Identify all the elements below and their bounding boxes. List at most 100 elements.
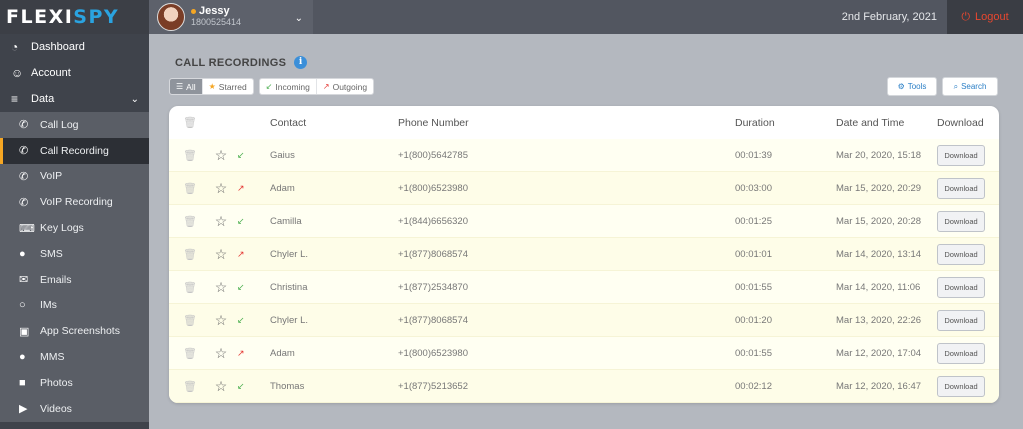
download-button[interactable]: Download — [937, 375, 985, 397]
sidebar-item-dashboard[interactable]: ◔ Dashboard — [0, 34, 149, 60]
table-header: 🗑 Contact Phone Number Duration Date and… — [169, 106, 999, 139]
call-recordings-table: 🗑 Contact Phone Number Duration Date and… — [169, 106, 999, 403]
sidebar-item-mms[interactable]: ● MMS — [0, 344, 149, 370]
incoming-arrow-icon: ↙ — [237, 380, 245, 391]
trash-icon[interactable]: 🗑 — [169, 215, 200, 228]
trash-icon[interactable]: 🗑 — [169, 380, 200, 393]
sidebar-item-app-screenshots[interactable]: ▣ App Screenshots — [0, 318, 149, 344]
call-duration: 00:03:00 — [735, 182, 772, 194]
sidebar-item-sms[interactable]: ● SMS — [0, 241, 149, 267]
sidebar-item-label: Dashboard — [31, 41, 85, 53]
sidebar-item-label: VoIP — [40, 170, 63, 183]
phone-number: +1(800)6523980 — [398, 347, 468, 359]
sidebar-item-photos[interactable]: ■ Photos — [0, 370, 149, 396]
header-download: Download — [937, 116, 984, 129]
delete-all-icon[interactable]: 🗑 — [169, 116, 200, 129]
filter-outgoing-button[interactable]: ↗ Outgoing — [317, 79, 373, 94]
sidebar-item-ims[interactable]: ○ IMs — [0, 293, 149, 319]
status-dot-icon — [191, 8, 196, 14]
trash-icon[interactable]: 🗑 — [169, 314, 200, 327]
phone-number: +1(877)5213652 — [398, 380, 468, 392]
download-button[interactable]: Download — [937, 144, 985, 166]
call-datetime: Mar 12, 2020, 17:04 — [836, 347, 922, 359]
tachometer-icon: ◔ — [11, 40, 19, 54]
sidebar-item-voip-recording[interactable]: ✆ VoIP Recording — [0, 189, 149, 215]
call-duration: 00:02:12 — [735, 380, 772, 392]
star-icon[interactable]: ☆ — [206, 312, 236, 329]
database-icon: ≡ — [11, 92, 19, 106]
info-icon[interactable]: i — [294, 56, 308, 69]
sidebar-item-account[interactable]: ☺ Account — [0, 60, 149, 86]
phone-number: +1(877)8068574 — [398, 314, 468, 326]
table-row: 🗑 ☆ ↗ Chyler L. +1(877)8068574 00:01:01 … — [169, 238, 999, 271]
download-button[interactable]: Download — [937, 309, 985, 331]
table-row: 🗑 ☆ ↙ Camilla +1(844)6656320 00:01:25 Ma… — [169, 205, 999, 238]
header-phone[interactable]: Phone Number — [398, 117, 735, 129]
download-cell: Download — [937, 375, 997, 397]
contact-name: Gaius — [270, 149, 295, 161]
flexispy-logo[interactable]: FLEXI SPY — [0, 0, 149, 34]
star-icon[interactable]: ☆ — [206, 147, 236, 164]
header-duration[interactable]: Duration — [735, 117, 836, 129]
incoming-arrow-icon: ↙ — [237, 215, 245, 226]
keyboard-icon: ⌨ — [19, 222, 35, 235]
call-datetime: Mar 14, 2020, 11:06 — [836, 281, 921, 293]
table-row: 🗑 ☆ ↙ Gaius +1(800)5642785 00:01:39 Mar … — [169, 139, 999, 172]
star-icon[interactable]: ☆ — [206, 213, 236, 230]
outgoing-arrow-icon: ↗ — [237, 347, 245, 358]
filter-all-button[interactable]: ☰ All — [170, 79, 203, 94]
trash-icon[interactable]: 🗑 — [169, 248, 200, 261]
download-button[interactable]: Download — [937, 177, 985, 199]
filter-starred-button[interactable]: ★ Starred — [203, 79, 253, 94]
download-button[interactable]: Download — [937, 342, 985, 364]
filter-incoming-button[interactable]: ↙ Incoming — [260, 79, 317, 94]
star-icon[interactable]: ☆ — [206, 345, 236, 362]
sidebar-item-voip[interactable]: ✆ VoIP — [0, 164, 149, 190]
filter-label: Incoming — [275, 81, 310, 92]
sidebar-item-call-log[interactable]: ✆ Call Log — [0, 112, 149, 138]
download-button[interactable]: Download — [937, 210, 985, 232]
trash-icon[interactable]: 🗑 — [169, 149, 200, 162]
sidebar-item-label: MMS — [40, 351, 65, 364]
top-bar: FLEXI SPY Jessy 1800525414 ⌄ 2nd February… — [0, 0, 1023, 34]
table-body: 🗑 ☆ ↙ Gaius +1(800)5642785 00:01:39 Mar … — [169, 139, 999, 403]
sidebar-item-videos[interactable]: ▶ Videos — [0, 396, 149, 422]
phone-number: +1(877)8068574 — [398, 248, 468, 260]
download-button[interactable]: Download — [937, 276, 985, 298]
star-icon[interactable]: ☆ — [206, 279, 236, 296]
sidebar-item-label: SMS — [40, 247, 63, 260]
contact-name: Chyler L. — [270, 248, 309, 260]
sidebar: ◔ Dashboard ☺ Account ≡ Data ⌄ ✆ Call Log… — [0, 34, 149, 429]
trash-icon[interactable]: 🗑 — [169, 347, 200, 360]
sidebar-item-data[interactable]: ≡ Data ⌄ — [0, 86, 149, 112]
user-name-text: Jessy — [199, 5, 230, 17]
sidebar-item-call-recording[interactable]: ✆ Call Recording — [0, 137, 149, 164]
star-icon[interactable]: ☆ — [206, 180, 236, 197]
incoming-arrow-icon: ↙ — [237, 314, 245, 325]
table-row: 🗑 ☆ ↙ Christina +1(877)2534870 00:01:55 … — [169, 271, 999, 304]
power-icon: ⏻ — [961, 10, 971, 23]
sidebar-item-emails[interactable]: ✉ Emails — [0, 267, 149, 293]
star-icon[interactable]: ☆ — [206, 378, 236, 395]
tools-button[interactable]: ⚙ Tools — [887, 77, 937, 96]
header-datetime[interactable]: Date and Time — [836, 117, 937, 129]
call-duration: 00:01:39 — [735, 149, 772, 161]
download-button[interactable]: Download — [937, 243, 985, 265]
user-menu[interactable]: Jessy 1800525414 ⌄ — [149, 0, 313, 34]
logout-button[interactable]: ⏻ Logout — [947, 0, 1023, 34]
sidebar-item-label: IMs — [40, 299, 57, 312]
logo-part-1: FLEXI — [6, 6, 74, 28]
call-datetime: Mar 14, 2020, 13:14 — [836, 248, 922, 260]
phone-number: +1(800)5642785 — [398, 149, 468, 161]
trash-icon[interactable]: 🗑 — [169, 182, 200, 195]
search-button[interactable]: ⌕ Search — [942, 77, 998, 96]
star-icon[interactable]: ☆ — [206, 246, 236, 263]
contact-name: Christina — [270, 281, 308, 293]
filter-label: All — [186, 81, 196, 92]
logout-label: Logout — [975, 11, 1009, 23]
phone-number: +1(844)6656320 — [398, 215, 468, 227]
trash-icon[interactable]: 🗑 — [169, 281, 200, 294]
header-contact[interactable]: Contact — [270, 117, 398, 129]
sidebar-item-key-logs[interactable]: ⌨ Key Logs — [0, 215, 149, 241]
chevron-down-icon[interactable]: ⌄ — [295, 13, 303, 24]
